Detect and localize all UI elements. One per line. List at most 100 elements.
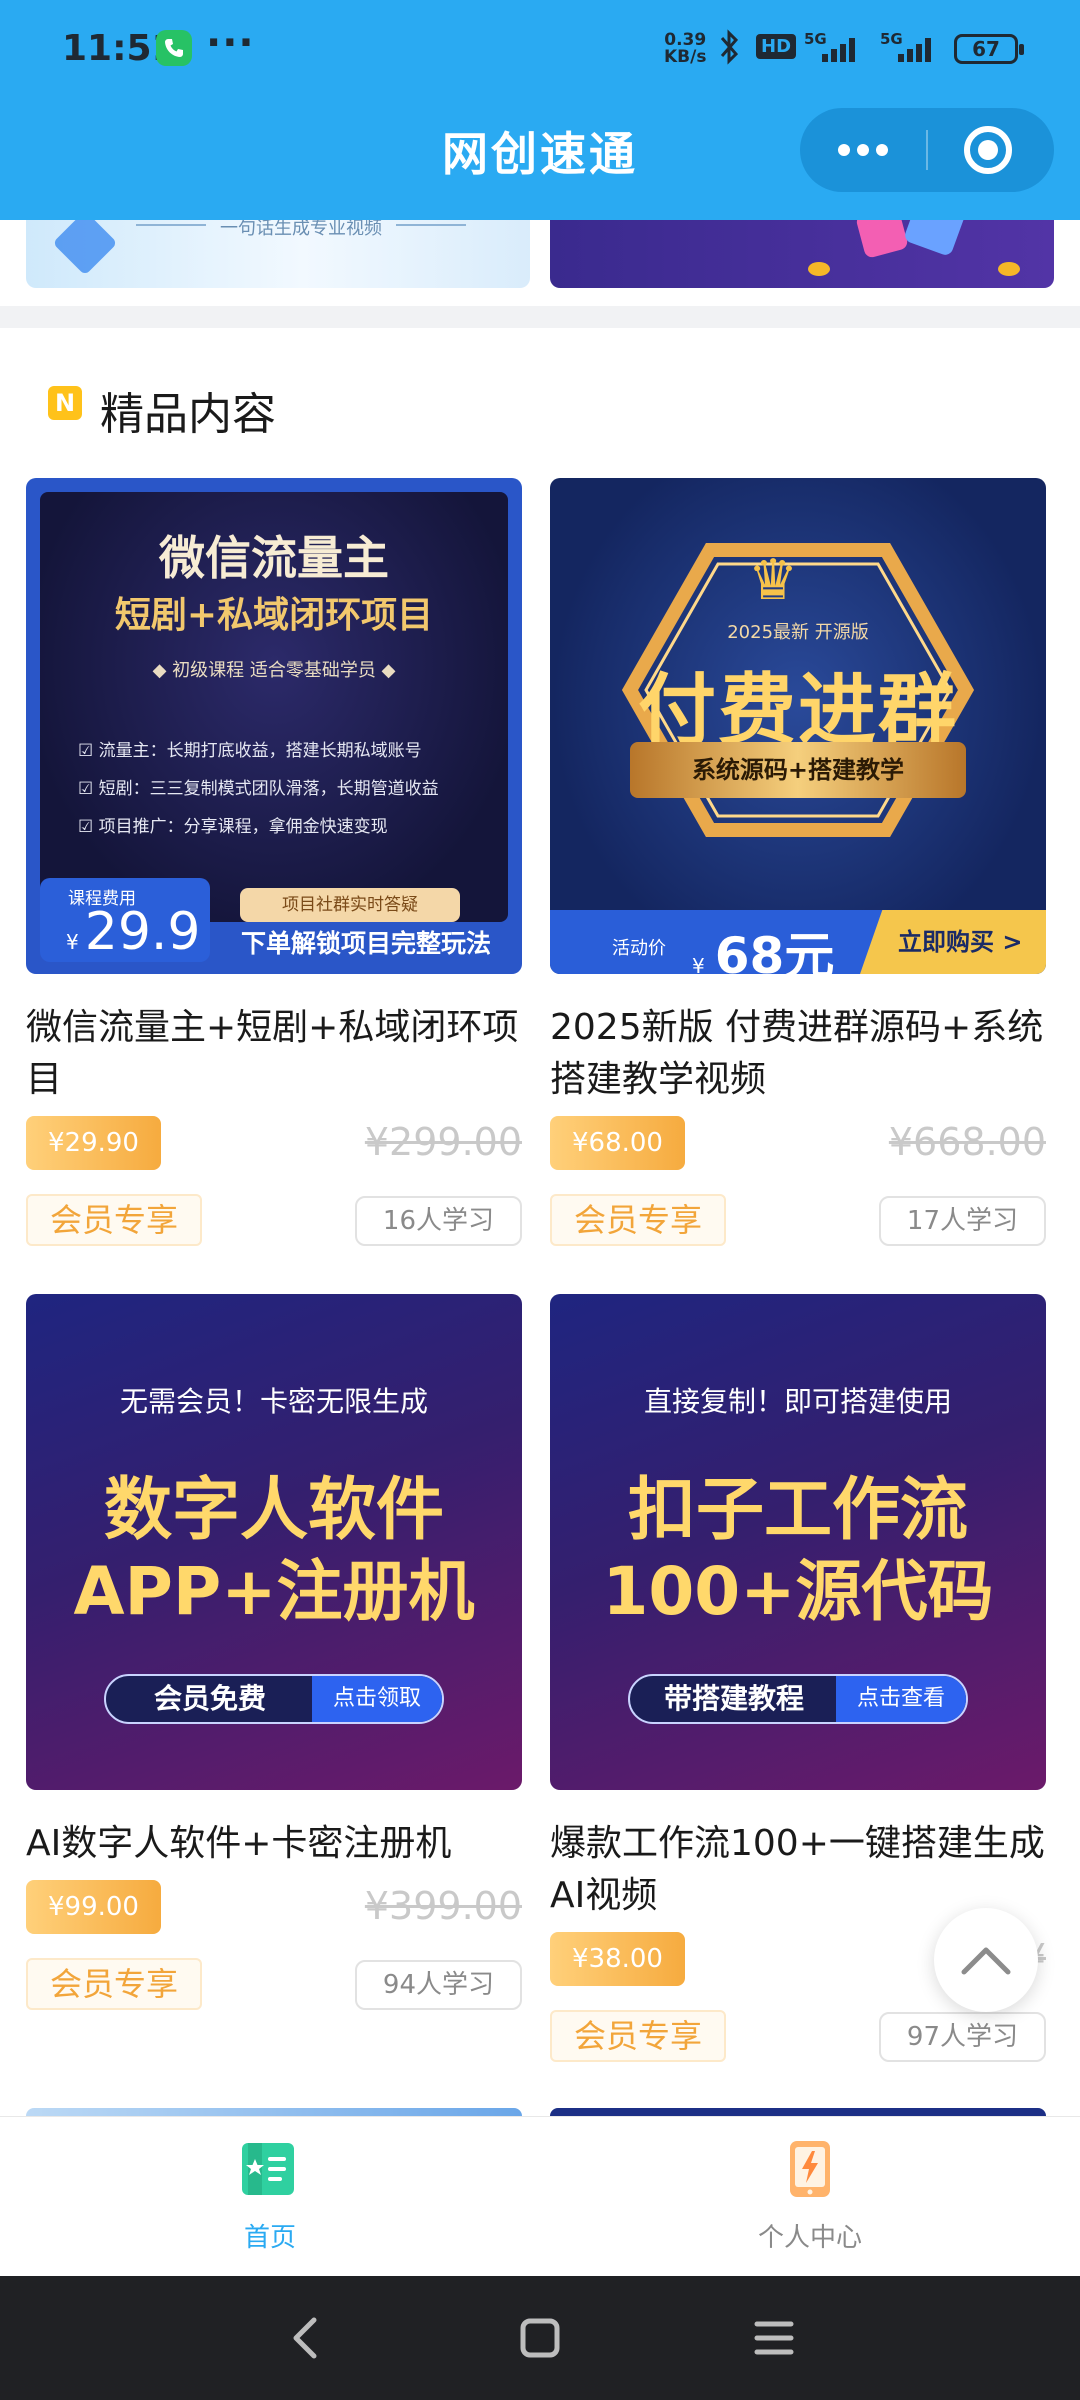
- vip-tag: 会员专享: [550, 2010, 727, 2062]
- thumb-unlock-text: 下单解锁项目完整玩法: [240, 929, 491, 958]
- price-row: ¥29.90 ¥299.00: [26, 1116, 522, 1172]
- original-price: ¥668.00: [888, 1120, 1046, 1164]
- vip-tag: 会员专享: [26, 1194, 203, 1246]
- vip-tag: 会员专享: [550, 1194, 727, 1246]
- battery-indicator: 67: [954, 34, 1024, 64]
- top-bar: 11:51 ··· 0.39 KB/s HD 5G 5G 67 网创速通: [0, 0, 1080, 220]
- original-price: ¥399.00: [364, 1884, 522, 1928]
- chevron-up-icon: [961, 1947, 1011, 1975]
- tab-label: 首页: [243, 2223, 296, 2253]
- price-row: ¥68.00 ¥668.00: [550, 1116, 1046, 1172]
- bluetooth-icon: [718, 28, 742, 70]
- activity-price: ¥68元: [692, 916, 834, 974]
- learner-count: 94人学习: [354, 1960, 522, 2010]
- learner-count: 16人学习: [354, 1196, 522, 1246]
- fee-value: ¥29.9: [66, 904, 201, 970]
- tab-bar: 首页 个人中心: [0, 2116, 1080, 2276]
- profile-tablet-icon: [774, 2137, 846, 2203]
- crown-icon: ♛: [748, 548, 799, 613]
- pill-left: 会员免费: [153, 1682, 266, 1715]
- pill-right: 点击领取: [312, 1676, 442, 1722]
- fee-currency: ¥: [66, 930, 79, 954]
- section-title: 精品内容: [100, 389, 276, 440]
- coin-icon: [998, 262, 1020, 276]
- thumb-version: 2025最新 开源版: [727, 622, 869, 643]
- section-divider: [0, 306, 1080, 328]
- course-title[interactable]: 2025新版 付费进群源码+系统搭建教学视频: [550, 1002, 1046, 1108]
- app-screen: 11:51 ··· 0.39 KB/s HD 5G 5G 67 网创速通 一句话…: [0, 0, 1080, 2400]
- more-button[interactable]: [800, 108, 926, 192]
- thumb-bullets: 流量主：长期打底收益，搭建长期私域账号 短剧：三三复制模式团队滑落，长期管道收益…: [78, 732, 439, 846]
- course-title[interactable]: AI数字人软件+卡密注册机: [26, 1818, 522, 1872]
- coin-icon: [808, 262, 830, 276]
- activity-amount: 68元: [714, 927, 835, 974]
- tag-row: 会员专享 94人学习: [26, 1958, 522, 2012]
- home-nav-icon[interactable]: [510, 2312, 570, 2364]
- thumb-ribbon: 系统源码+搭建教学: [630, 742, 966, 798]
- close-miniapp-icon[interactable]: [964, 126, 1012, 174]
- pill-left: 带搭建教程: [663, 1682, 804, 1715]
- price-badge: ¥38.00: [550, 1932, 685, 1986]
- new-badge-icon: N: [48, 386, 82, 420]
- learner-count: 17人学习: [878, 1196, 1046, 1246]
- course-title[interactable]: 微信流量主+短剧+私域闭环项目: [26, 1002, 522, 1108]
- vip-tag: 会员专享: [26, 1958, 203, 2010]
- speed-unit: KB/s: [664, 47, 707, 67]
- hd-voice-badge: HD: [756, 34, 797, 59]
- network-speed: 0.39 KB/s: [664, 32, 706, 66]
- price-badge: ¥99.00: [26, 1880, 161, 1934]
- price-badge: ¥68.00: [550, 1116, 685, 1170]
- system-nav-bar: [0, 2276, 1080, 2400]
- thumb-subtitle: 无需会员！卡密无限生成: [119, 1385, 428, 1418]
- thumb-level: ◆ 初级课程 适合零基础学员 ◆: [152, 660, 396, 681]
- buy-now-label: 立即购买 >: [860, 910, 1046, 974]
- more-notifications-icon: ···: [206, 20, 255, 66]
- course-thumbnail[interactable]: ♛ 2025最新 开源版 付费进群 系统源码+搭建教学 活动价 ¥68元 立即购…: [550, 478, 1046, 974]
- tag-row: 会员专享 97人学习: [550, 2010, 1046, 2064]
- pill-right: 点击查看: [836, 1676, 966, 1722]
- course-thumbnail[interactable]: 无需会员！卡密无限生成 数字人软件 APP+注册机 会员免费 点击领取: [26, 1294, 522, 1790]
- home-book-icon: [234, 2137, 306, 2203]
- thumb-headline-2: 100+源代码: [602, 1553, 994, 1630]
- miniapp-capsule: [800, 108, 1054, 192]
- tab-label: 个人中心: [757, 2223, 862, 2253]
- original-price: ¥299.00: [364, 1120, 522, 1164]
- course-card[interactable]: ♛ 2025最新 开源版 付费进群 系统源码+搭建教学 活动价 ¥68元 立即购…: [550, 478, 1046, 1248]
- fee-amount: 29.9: [84, 902, 201, 962]
- menu-nav-icon[interactable]: [744, 2312, 804, 2364]
- thumb-bullet: 流量主：长期打底收益，搭建长期私域账号: [78, 732, 439, 770]
- course-card[interactable]: 微信流量主 短剧+私域闭环项目 ◆ 初级课程 适合零基础学员 ◆ 流量主：长期打…: [26, 478, 522, 1248]
- thumb-pill: 会员免费 点击领取: [104, 1674, 444, 1724]
- thumb-subheadline: 短剧+私域闭环项目: [114, 594, 434, 636]
- tag-row: 会员专享 17人学习: [550, 1194, 1046, 1248]
- tab-home[interactable]: 首页: [120, 2137, 420, 2254]
- thumb-fee-box: 课程费用 ¥29.9: [40, 878, 210, 962]
- activity-label: 活动价: [612, 938, 666, 959]
- thumb-bullet: 项目推广：分享课程，拿佣金快速变现: [78, 808, 439, 846]
- thumb-pill: 带搭建教程 点击查看: [628, 1674, 968, 1724]
- capsule-divider: [926, 130, 928, 170]
- course-card[interactable]: 无需会员！卡密无限生成 数字人软件 APP+注册机 会员免费 点击领取 AI数字…: [26, 1294, 522, 2012]
- thumb-subtitle: 直接复制！即可搭建使用: [643, 1385, 952, 1418]
- back-to-top-button[interactable]: [934, 1908, 1038, 2012]
- signal-bars-1-icon: [822, 38, 858, 62]
- status-bar: 11:51 ··· 0.39 KB/s HD 5G 5G 67: [0, 0, 1080, 100]
- tag-row: 会员专享 16人学习: [26, 1194, 522, 1248]
- thumb-headline: 微信流量主: [159, 531, 389, 585]
- back-nav-icon[interactable]: [276, 2312, 336, 2364]
- signal-bars-2-icon: [898, 38, 934, 62]
- thumb-qa-tag: 项目社群实时答疑: [240, 888, 460, 922]
- banner-line: [396, 224, 466, 226]
- learner-count: 97人学习: [878, 2012, 1046, 2062]
- price-row: ¥99.00 ¥399.00: [26, 1880, 522, 1936]
- thumb-headline-2: APP+注册机: [73, 1553, 475, 1630]
- activity-currency: ¥: [692, 954, 705, 974]
- course-thumbnail[interactable]: 直接复制！即可搭建使用 扣子工作流 100+源代码 带搭建教程 点击查看: [550, 1294, 1046, 1790]
- course-thumbnail[interactable]: 微信流量主 短剧+私域闭环项目 ◆ 初级课程 适合零基础学员 ◆ 流量主：长期打…: [26, 478, 522, 974]
- thumb-bullet: 短剧：三三复制模式团队滑落，长期管道收益: [78, 770, 439, 808]
- tab-profile[interactable]: 个人中心: [660, 2137, 960, 2254]
- banner-diamond-icon: [52, 210, 118, 276]
- call-icon: [156, 30, 192, 66]
- course-title[interactable]: 爆款工作流100+一键搭建生成AI视频: [550, 1818, 1046, 1924]
- price-badge: ¥29.90: [26, 1116, 161, 1170]
